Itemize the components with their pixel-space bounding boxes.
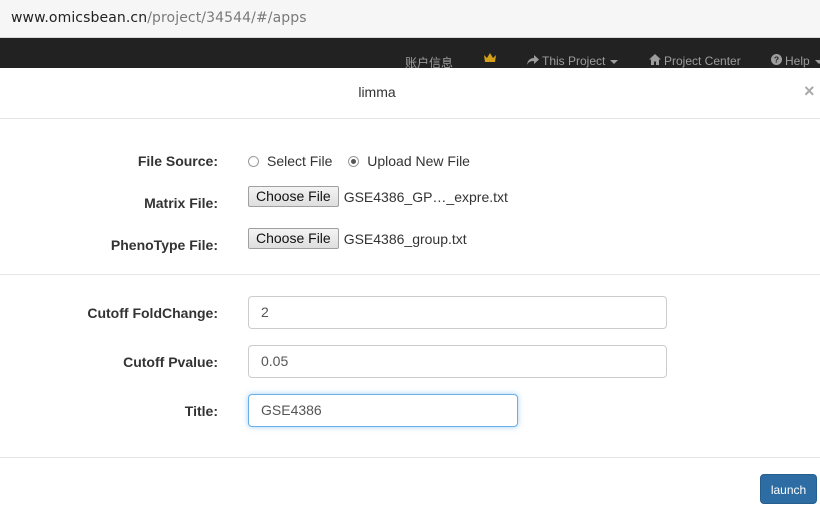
chevron-down-icon [814, 59, 820, 64]
close-icon[interactable]: × [804, 81, 815, 102]
chevron-down-icon [610, 59, 619, 64]
svg-text:?: ? [774, 55, 779, 65]
matrix-file-label: Matrix File: [144, 195, 218, 211]
section-divider [0, 274, 820, 275]
url-host: www.omicsbean.cn [11, 10, 148, 26]
matrix-file-input: Choose File GSE4386_GP…_expre.txt [248, 186, 508, 207]
url-text[interactable]: www.omicsbean.cn/project/34544/#/apps [11, 10, 307, 26]
phenotype-file-name: GSE4386_group.txt [343, 230, 467, 247]
nav-help-label: Help [785, 54, 810, 68]
cutoff-foldchange-label: Cutoff FoldChange: [87, 305, 218, 321]
limma-modal: limma × File Source: Select File Upload … [0, 68, 820, 513]
home-icon [649, 54, 661, 65]
question-circle-icon: ? [771, 54, 782, 65]
radio-upload-new-file-label: Upload New File [367, 153, 470, 169]
radio-unchecked-icon[interactable] [248, 155, 259, 167]
phenotype-file-input: Choose File GSE4386_group.txt [248, 228, 467, 249]
nav-this-project[interactable]: This Project [527, 54, 619, 68]
url-path: /project/34544/#/apps [147, 10, 307, 26]
nav-this-project-label: This Project [542, 54, 606, 68]
modal-title: limma [358, 84, 396, 100]
cutoff-foldchange-input[interactable]: 2 [248, 296, 667, 329]
modal-header: limma × [0, 68, 820, 119]
crown-icon[interactable] [483, 52, 497, 63]
nav-help[interactable]: ? Help [771, 54, 820, 68]
title-label: Title: [184, 403, 218, 419]
title-input[interactable]: GSE4386 [248, 394, 518, 427]
matrix-choose-file-button[interactable]: Choose File [248, 186, 339, 207]
radio-checked-icon[interactable] [348, 155, 360, 167]
share-arrow-icon [527, 55, 539, 65]
browser-url-bar[interactable]: www.omicsbean.cn/project/34544/#/apps [0, 0, 820, 38]
phenotype-choose-file-button[interactable]: Choose File [248, 228, 339, 249]
file-source-radio-group: Select File Upload New File [248, 153, 482, 170]
top-navbar: 账户信息 This Project Project Center ? Help [0, 38, 820, 70]
footer-divider [0, 457, 820, 458]
matrix-file-name: GSE4386_GP…_expre.txt [343, 188, 508, 205]
cutoff-pvalue-label: Cutoff Pvalue: [123, 354, 218, 370]
radio-upload-new-file[interactable]: Upload New File [348, 153, 470, 169]
radio-select-file[interactable]: Select File [248, 153, 332, 169]
nav-project-center-label: Project Center [664, 54, 741, 68]
nav-project-center[interactable]: Project Center [649, 54, 741, 68]
radio-select-file-label: Select File [267, 153, 333, 169]
file-source-label: File Source: [137, 153, 218, 169]
launch-button[interactable]: launch [760, 474, 817, 504]
phenotype-file-label: PhenoType File: [110, 237, 218, 253]
cutoff-pvalue-input[interactable]: 0.05 [248, 345, 667, 378]
